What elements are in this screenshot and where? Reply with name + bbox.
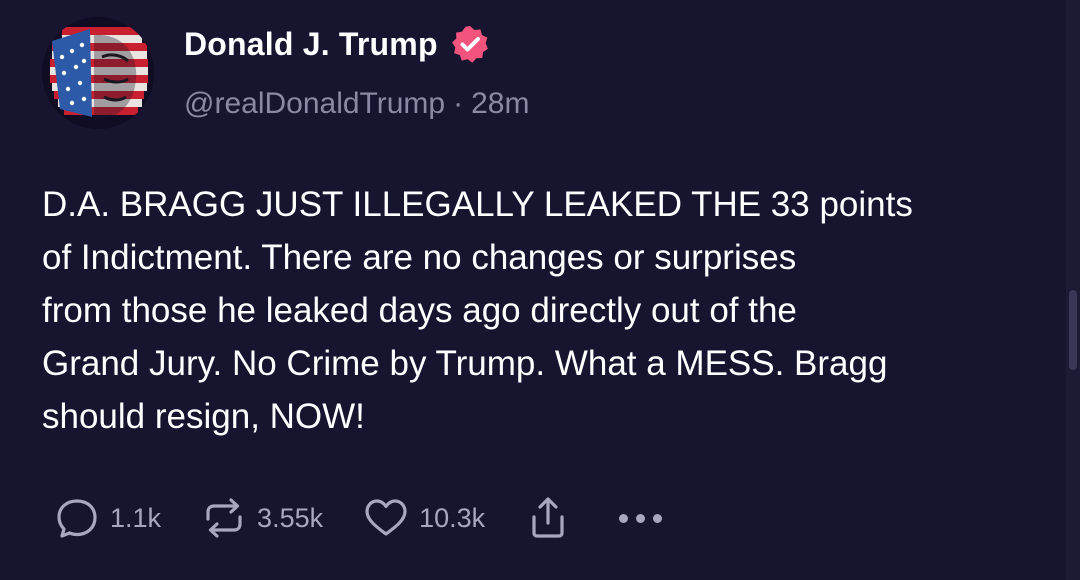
avatar-image [42,17,154,129]
repost-count: 3.55k [257,502,324,533]
repost-icon [206,498,242,538]
reply-count: 1.1k [110,502,162,533]
post-text: D.A. BRAGG JUST ILLEGALLY LEAKED THE 33 … [42,185,913,436]
meta-separator: · [453,87,464,120]
post-actions: 1.1k 3.55k 10.3k [52,493,663,543]
verified-badge-icon [451,26,488,63]
share-button[interactable] [523,493,573,543]
more-icon-dot [653,513,663,523]
avatar[interactable] [42,17,154,129]
reply-icon [57,499,97,538]
more-icon [619,513,629,523]
author-meta-row: @realDonaldTrump · 28m [184,84,529,124]
post-card: Donald J. Trump @realDonaldTrump · 28m D… [0,0,1080,580]
more-options-button[interactable] [619,513,663,523]
author-name-row: Donald J. Trump [184,22,490,66]
repost-button[interactable]: 3.55k [199,493,323,543]
post-timestamp[interactable]: 28m [471,87,529,121]
reply-button[interactable]: 1.1k [52,493,161,543]
scrollbar[interactable] [1066,0,1080,580]
more-icon-dot [636,513,646,523]
heart-icon [365,499,407,536]
scrollbar-thumb[interactable] [1069,290,1077,370]
author-handle[interactable]: @realDonaldTrump [184,87,445,121]
like-count: 10.3k [419,502,486,533]
author-display-name[interactable]: Donald J. Trump [184,26,438,63]
like-button[interactable]: 10.3k [361,493,485,543]
share-icon [532,497,564,538]
